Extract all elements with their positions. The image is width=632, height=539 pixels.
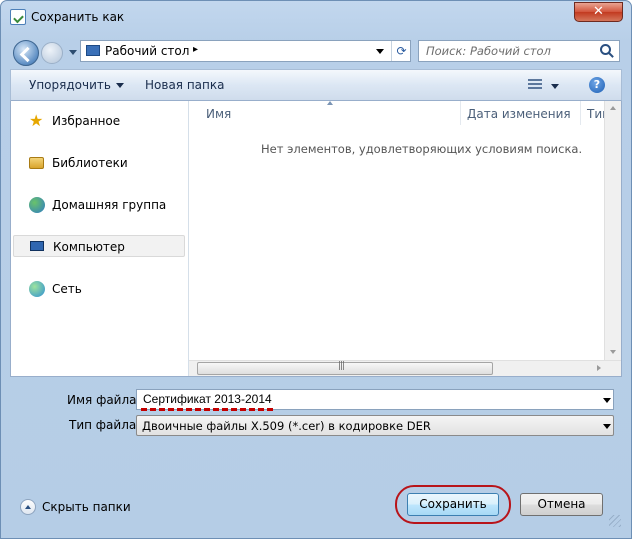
column-divider[interactable] bbox=[460, 101, 461, 125]
chevron-up-icon bbox=[20, 499, 36, 515]
nav-item-label: Избранное bbox=[52, 114, 121, 128]
scroll-right-icon[interactable] bbox=[597, 365, 601, 371]
nav-item-label: Сеть bbox=[52, 282, 82, 296]
annotation-underline bbox=[141, 408, 273, 411]
scroll-down-icon[interactable] bbox=[610, 350, 616, 354]
refresh-icon[interactable]: ⟳ bbox=[391, 41, 411, 61]
browser-area: ★ Избранное Библиотеки Домашняя группа К… bbox=[10, 101, 622, 377]
nav-item-label: Библиотеки bbox=[52, 156, 128, 170]
empty-list-message: Нет элементов, удовлетворяющих условиям … bbox=[261, 142, 583, 156]
address-location[interactable]: Рабочий стол bbox=[105, 44, 189, 58]
filename-value[interactable]: Сертификат 2013-2014 bbox=[143, 392, 272, 406]
close-button[interactable]: ✕ bbox=[574, 2, 623, 22]
help-icon[interactable]: ? bbox=[589, 77, 605, 93]
thumb-grip-icon: ||| bbox=[338, 361, 345, 371]
address-dropdown-icon[interactable] bbox=[371, 44, 389, 58]
filetype-value: Двоичные файлы X.509 (*.cer) в кодировке… bbox=[142, 419, 431, 433]
breadcrumb-chevron-icon[interactable]: ▸ bbox=[193, 44, 198, 55]
filename-label: Имя файла: bbox=[67, 393, 141, 407]
vertical-scrollbar[interactable] bbox=[604, 101, 621, 360]
dialog-app-icon bbox=[10, 9, 26, 25]
search-placeholder: Поиск: Рабочий стол bbox=[426, 44, 551, 58]
nav-item-libraries[interactable]: Библиотеки bbox=[13, 152, 185, 174]
organize-menu-button[interactable]: Упорядочить bbox=[29, 78, 124, 92]
filename-field[interactable]: Сертификат 2013-2014 bbox=[136, 389, 614, 411]
forward-button[interactable] bbox=[41, 42, 63, 64]
column-header-name[interactable]: Имя bbox=[206, 107, 231, 121]
filetype-label: Тип файла: bbox=[69, 418, 141, 432]
hide-folders-label: Скрыть папки bbox=[42, 500, 131, 514]
search-input[interactable]: Поиск: Рабочий стол bbox=[418, 40, 620, 62]
navigation-pane: ★ Избранное Библиотеки Домашняя группа К… bbox=[11, 101, 189, 376]
sort-ascending-icon bbox=[327, 101, 333, 105]
window-title: Сохранить как bbox=[31, 10, 125, 24]
computer-icon bbox=[30, 241, 44, 251]
save-as-dialog: Сохранить как ✕ Рабочий стол ▸ ⟳ Поиск: … bbox=[0, 0, 632, 539]
history-dropdown-icon[interactable] bbox=[69, 50, 77, 55]
new-folder-button[interactable]: Новая папка bbox=[145, 78, 224, 92]
filetype-dropdown-icon[interactable] bbox=[603, 424, 611, 429]
chevron-down-icon bbox=[115, 83, 124, 88]
nav-item-computer[interactable]: Компьютер bbox=[13, 235, 185, 257]
command-bar: Упорядочить Новая папка ? bbox=[10, 69, 622, 101]
file-list: Имя Дата изменения Тип Нет элементов, уд… bbox=[189, 101, 621, 376]
network-icon bbox=[29, 281, 45, 297]
column-divider[interactable] bbox=[580, 101, 581, 125]
search-icon[interactable] bbox=[600, 44, 611, 55]
column-header-date[interactable]: Дата изменения bbox=[467, 107, 571, 121]
back-button[interactable] bbox=[13, 40, 39, 66]
filetype-select[interactable]: Двоичные файлы X.509 (*.cer) в кодировке… bbox=[136, 415, 614, 436]
libraries-icon bbox=[29, 157, 44, 169]
address-bar[interactable]: Рабочий стол ▸ ⟳ bbox=[80, 40, 411, 62]
homegroup-icon bbox=[29, 197, 45, 213]
filename-dropdown-icon[interactable] bbox=[603, 398, 611, 403]
horizontal-scrollbar[interactable]: ||| bbox=[189, 360, 621, 376]
nav-item-favorites[interactable]: ★ Избранное bbox=[13, 110, 185, 132]
view-dropdown-icon[interactable] bbox=[551, 84, 559, 89]
nav-item-label: Домашняя группа bbox=[52, 198, 167, 212]
star-icon: ★ bbox=[29, 111, 44, 130]
resize-grip-icon[interactable] bbox=[609, 515, 621, 527]
nav-item-network[interactable]: Сеть bbox=[13, 278, 185, 300]
nav-item-homegroup[interactable]: Домашняя группа bbox=[13, 194, 185, 216]
horizontal-scroll-thumb[interactable]: ||| bbox=[197, 361, 493, 375]
nav-item-label: Компьютер bbox=[53, 240, 125, 254]
organize-label: Упорядочить bbox=[29, 78, 111, 92]
desktop-icon bbox=[86, 45, 100, 56]
cancel-button[interactable]: Отмена bbox=[520, 493, 603, 516]
save-button[interactable]: Сохранить bbox=[407, 493, 499, 516]
scroll-up-icon[interactable] bbox=[610, 106, 616, 110]
view-options-icon[interactable] bbox=[528, 79, 542, 91]
